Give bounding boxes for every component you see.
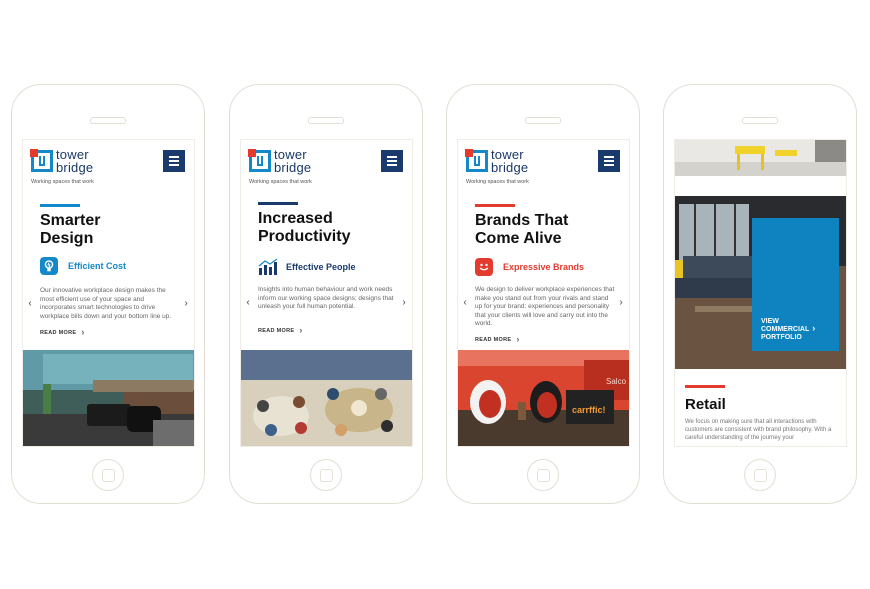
chevron-right-icon: ›: [516, 334, 520, 344]
hamburger-menu-icon: [604, 156, 614, 158]
section-text: We focus on making sure that all interac…: [685, 419, 832, 441]
next-slide-arrow[interactable]: ›: [181, 297, 191, 311]
lightbulb-icon: [40, 257, 58, 275]
logo-wordmark: tower bridge: [491, 147, 529, 175]
feature-label: Efficient Cost: [68, 261, 127, 271]
phone-speaker: [90, 117, 126, 124]
slide-body-text: Our innovative workplace design makes th…: [40, 287, 172, 320]
view-commercial-portfolio-link[interactable]: VIEW COMMERCIAL › PORTFOLIO: [761, 318, 836, 342]
prev-slide-arrow[interactable]: ‹: [460, 296, 470, 310]
chevron-right-icon: ›: [812, 323, 816, 333]
prev-slide-arrow[interactable]: ‹: [25, 297, 35, 311]
hamburger-menu-icon: [387, 156, 397, 158]
brand-reception-photo: Salco carrffic!: [458, 350, 629, 446]
hamburger-menu-button[interactable]: [163, 150, 185, 172]
team-meeting-photo: [241, 350, 412, 446]
phone-screen: tower bridge Working spaces that work Sma…: [22, 139, 195, 447]
office-lounge-photo: [23, 350, 194, 446]
logo-mark-icon: [465, 149, 488, 172]
logo-tagline: Working spaces that work: [466, 179, 529, 185]
hamburger-menu-icon: [169, 156, 179, 158]
feature-row: Efficient Cost: [40, 257, 190, 279]
brand-sign-text: carrffic!: [572, 405, 606, 415]
feature-row: Effective People: [258, 258, 408, 280]
section-title: Retail: [685, 396, 726, 413]
tower-bridge-logo[interactable]: tower bridge Working spaces that work: [248, 147, 359, 192]
slide-body-text: We design to deliver workplace experienc…: [475, 286, 615, 327]
interior-photo-top: [675, 140, 846, 176]
phone-screen: tower bridge Working spaces that work Inc…: [240, 139, 413, 447]
phone-mockup-3: tower bridge Working spaces that work Bra…: [446, 84, 640, 504]
phone-speaker: [525, 117, 561, 124]
hamburger-menu-button[interactable]: [598, 150, 620, 172]
speech-bubble-icon: [475, 258, 493, 276]
growth-chart-icon: [258, 258, 278, 276]
feature-label: Effective People: [286, 262, 356, 272]
logo-mark-icon: [248, 149, 271, 172]
logo-wordmark: tower bridge: [56, 147, 94, 175]
chevron-right-icon: ›: [81, 327, 85, 337]
logo-wordmark: tower bridge: [274, 147, 312, 175]
commercial-portfolio-card[interactable]: VIEW COMMERCIAL › PORTFOLIO: [752, 218, 839, 351]
home-button: [744, 459, 776, 491]
chevron-right-icon: ›: [299, 325, 303, 335]
read-more-link[interactable]: READ MORE ›: [40, 327, 85, 337]
accent-line: [685, 385, 725, 388]
phone-mockup-4: VIEW COMMERCIAL › PORTFOLIO Retail We focus…: [663, 84, 857, 504]
slide-headline: Increased Productivity: [258, 210, 351, 245]
tower-bridge-logo[interactable]: tower bridge Working spaces that work: [30, 147, 141, 192]
slide-headline: Smarter Design: [40, 212, 101, 247]
home-button: [310, 459, 342, 491]
wall-sign-text: Salco: [606, 377, 627, 386]
slide-headline: Brands That Come Alive: [475, 212, 569, 247]
next-slide-arrow[interactable]: ›: [616, 296, 626, 310]
phone-speaker: [308, 117, 344, 124]
tower-bridge-logo[interactable]: tower bridge Working spaces that work: [465, 147, 576, 192]
accent-line: [258, 202, 298, 205]
logo-tagline: Working spaces that work: [249, 179, 312, 185]
logo-mark-icon: [30, 149, 53, 172]
phone-mockup-1: tower bridge Working spaces that work Sma…: [11, 84, 205, 504]
logo-tagline: Working spaces that work: [31, 179, 94, 185]
feature-label: Expressive Brands: [503, 262, 585, 272]
phone-screen: VIEW COMMERCIAL › PORTFOLIO Retail We focus…: [674, 139, 847, 447]
phone-screen: tower bridge Working spaces that work Bra…: [457, 139, 630, 447]
phone-speaker: [742, 117, 778, 124]
feature-row: Expressive Brands: [475, 258, 625, 280]
home-button: [92, 459, 124, 491]
read-more-link[interactable]: READ MORE ›: [475, 334, 520, 344]
slide-body-text: Insights into human behaviour and work n…: [258, 286, 394, 310]
next-slide-arrow[interactable]: ›: [399, 296, 409, 310]
home-button: [527, 459, 559, 491]
accent-line: [40, 204, 80, 207]
hamburger-menu-button[interactable]: [381, 150, 403, 172]
accent-line: [475, 204, 515, 207]
phone-mockup-2: tower bridge Working spaces that work Inc…: [229, 84, 423, 504]
read-more-link[interactable]: READ MORE ›: [258, 325, 303, 335]
prev-slide-arrow[interactable]: ‹: [243, 296, 253, 310]
